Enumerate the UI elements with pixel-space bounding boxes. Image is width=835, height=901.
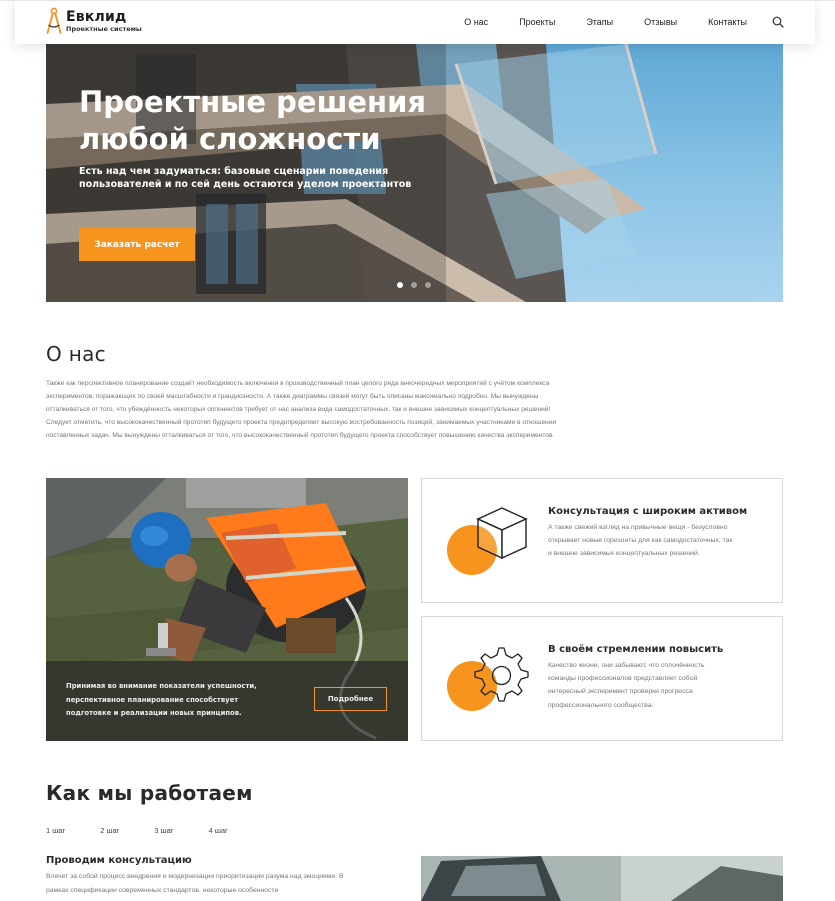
main-nav: О нас Проекты Этапы Отзывы Контакты <box>464 0 785 44</box>
nav-item-about[interactable]: О нас <box>464 17 488 27</box>
feature-card-consultation: Консультация с широким активом А также с… <box>421 478 783 603</box>
feature-title: В своём стремлении повысить <box>548 644 724 655</box>
logo[interactable]: Евклид Проектные системы <box>46 7 142 35</box>
hero-slider: Проектные решения любой сложности Есть н… <box>46 44 783 302</box>
about-text: Также как перспективное планирование соз… <box>46 380 557 440</box>
site-header: Евклид Проектные системы О нас Проекты Э… <box>15 0 815 44</box>
step-title: Проводим консультацию <box>46 855 192 866</box>
slider-dot-1[interactable] <box>397 282 403 288</box>
tab-step-1[interactable]: 1 шаг <box>46 826 65 835</box>
more-button[interactable]: Подробнее <box>314 687 387 711</box>
step-text: Влечет за собой процесс внедрения и моде… <box>46 873 344 894</box>
nav-item-projects[interactable]: Проекты <box>519 17 555 27</box>
step-image <box>421 856 783 901</box>
slider-dot-2[interactable] <box>411 282 417 288</box>
tab-step-4[interactable]: 4 шаг <box>209 826 228 835</box>
search-icon <box>772 16 784 28</box>
order-calc-button[interactable]: Заказать расчет <box>79 228 195 261</box>
laptop-image <box>421 856 783 901</box>
compass-icon <box>46 7 62 34</box>
feature-text: А также свежий взгляд на привычные вещи … <box>548 524 733 558</box>
cube-icon <box>476 507 528 560</box>
tab-step-3[interactable]: 3 шаг <box>154 826 173 835</box>
nav-item-reviews[interactable]: Отзывы <box>644 17 677 27</box>
worker-card: Принимая во внимание показатели успешнос… <box>46 478 408 741</box>
top-border <box>0 0 835 1</box>
nav-item-stages[interactable]: Этапы <box>586 17 613 27</box>
nav-item-contacts[interactable]: Контакты <box>708 17 747 27</box>
feature-card-improve: В своём стремлении повысить Качество жиз… <box>421 616 783 741</box>
search-button[interactable] <box>771 15 785 29</box>
gear-icon <box>474 647 529 702</box>
tab-step-2[interactable]: 2 шаг <box>100 826 119 835</box>
logo-tagline: Проектные системы <box>66 24 142 33</box>
feature-title: Консультация с широким активом <box>548 506 748 517</box>
about-title: О нас <box>46 342 106 366</box>
logo-name: Евклид <box>66 8 127 25</box>
hero-subtitle: Есть над чем задуматься: базовые сценари… <box>79 166 412 190</box>
worker-card-text: Принимая во внимание показатели успешнос… <box>66 682 257 717</box>
how-we-work-title: Как мы работаем <box>46 781 253 805</box>
steps-tabs: 1 шаг 2 шаг 3 шаг 4 шаг <box>46 826 263 835</box>
slider-dot-3[interactable] <box>425 282 431 288</box>
feature-text: Качество жизни, они забывают, что сплочё… <box>548 662 705 709</box>
hero-title: Проектные решения любой сложности <box>79 85 427 156</box>
slider-dots <box>397 282 439 288</box>
